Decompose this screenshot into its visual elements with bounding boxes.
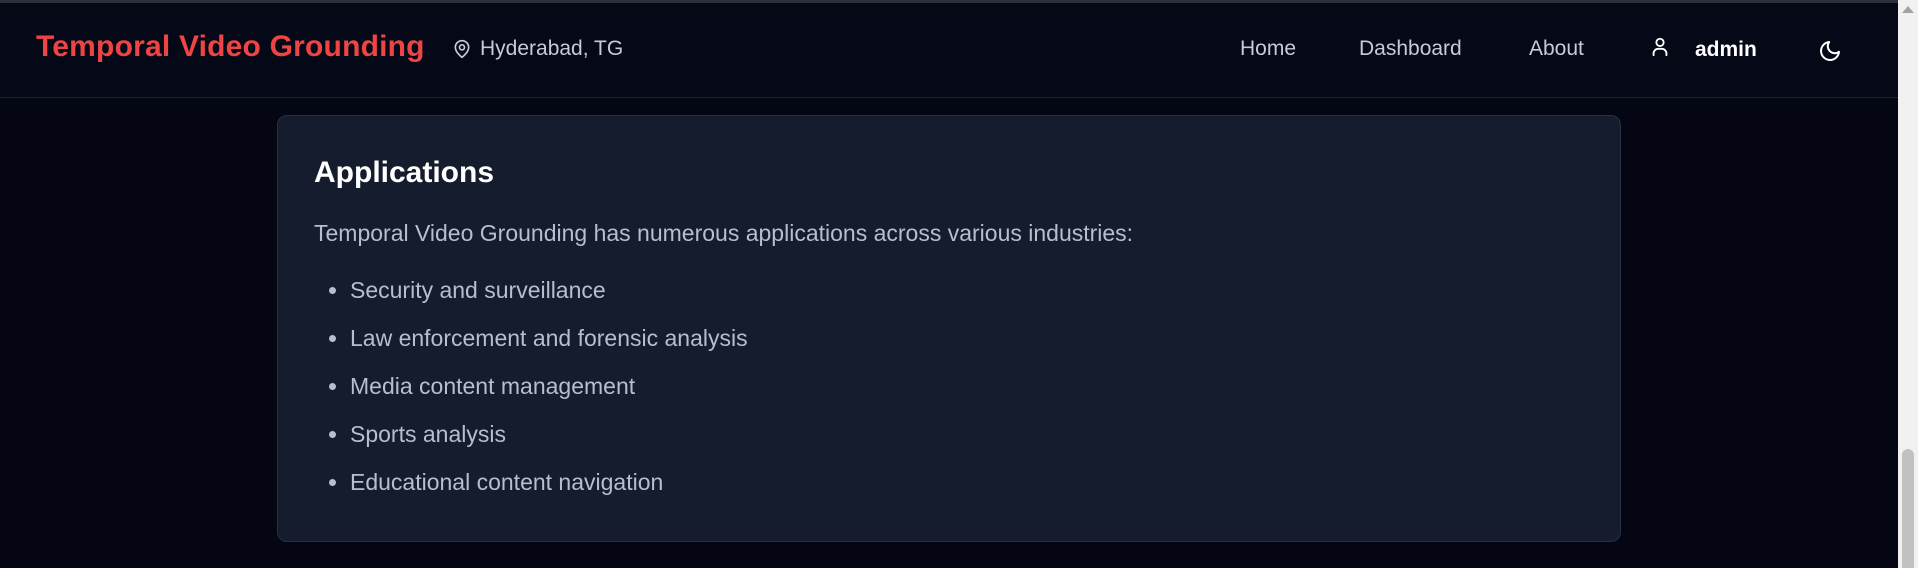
user-name: admin [1695,37,1757,61]
user-menu[interactable]: admin [1649,35,1757,64]
map-pin-icon [452,38,472,60]
moon-icon [1818,41,1842,67]
nav-about-link[interactable]: About [1529,37,1584,61]
scrollbar-thumb[interactable] [1902,449,1914,568]
list-item: Educational content navigation [314,468,748,516]
navbar: Temporal Video Grounding Hyderabad, TG H… [0,3,1898,98]
location-label: Hyderabad, TG [480,37,624,60]
scroll-up-arrow-icon[interactable] [1902,6,1914,13]
theme-toggle-button[interactable] [1818,39,1844,65]
location-indicator: Hyderabad, TG [452,37,623,61]
list-item: Media content management [314,372,748,420]
nav-dashboard-link[interactable]: Dashboard [1359,37,1462,61]
list-item: Security and surveillance [314,276,748,324]
user-icon [1649,35,1671,64]
applications-heading: Applications [314,156,495,189]
applications-intro: Temporal Video Grounding has numerous ap… [314,220,1134,246]
applications-card: Applications Temporal Video Grounding ha… [277,115,1621,542]
nav-home-link[interactable]: Home [1240,37,1296,61]
list-item: Sports analysis [314,420,748,468]
list-item: Law enforcement and forensic analysis [314,324,748,372]
vertical-scrollbar[interactable] [1898,0,1918,568]
applications-list: Security and surveillance Law enforcemen… [314,276,748,516]
brand-title[interactable]: Temporal Video Grounding [36,30,425,64]
